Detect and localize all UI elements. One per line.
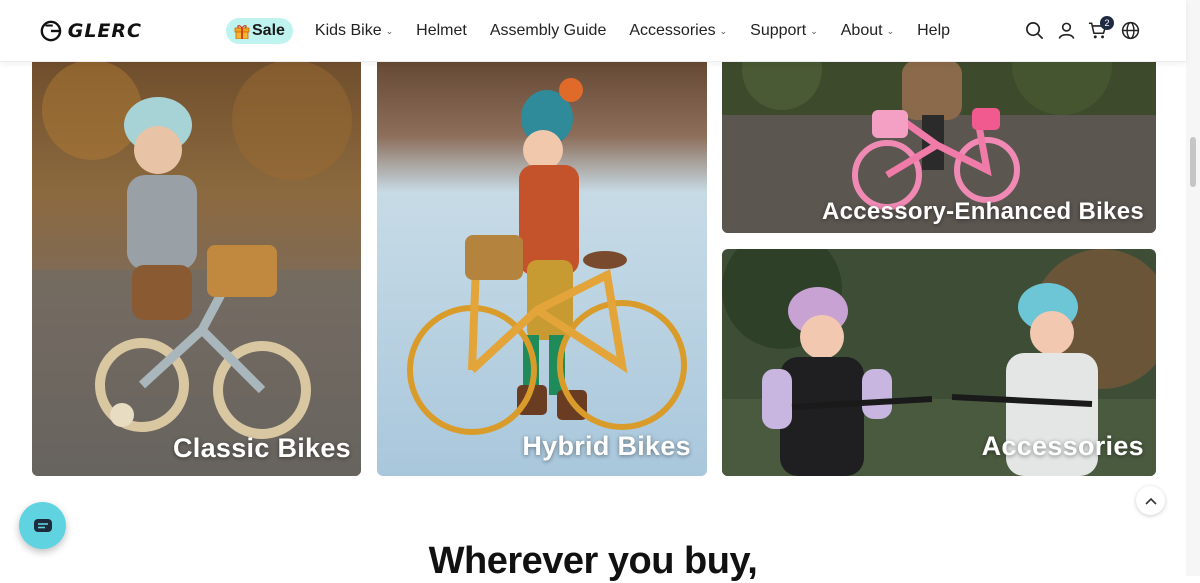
brand-logo[interactable]: GLERC: [40, 19, 142, 43]
cart-count-badge: 2: [1100, 16, 1114, 30]
nav-item-kids-bike[interactable]: Kids Bike ⌄: [315, 22, 393, 40]
category-label: Classic Bikes: [172, 433, 351, 463]
main-nav: Sale Kids Bike ⌄ Helmet Assembly Guide A…: [226, 17, 973, 45]
nav-item-label: Accessories: [629, 22, 716, 39]
header-actions: 2: [1024, 16, 1140, 40]
chat-bubble-icon: [33, 518, 52, 532]
category-label: Accessories: [981, 431, 1144, 461]
scrollbar-thumb[interactable]: [1190, 137, 1196, 187]
chevron-up-icon: [1144, 497, 1157, 505]
nav-sale-label: Sale: [252, 22, 285, 39]
page-scrollbar[interactable]: [1186, 0, 1200, 576]
nav-item-accessories[interactable]: Accessories ⌄: [629, 22, 727, 40]
nav-item-support[interactable]: Support ⌄: [750, 22, 818, 40]
site-header: GLERC Sale Kids Bike ⌄ Helmet Assembly G…: [0, 0, 1186, 62]
nav-item-assembly-guide[interactable]: Assembly Guide: [490, 22, 607, 40]
hybrid-bike-snow-image: [377, 40, 707, 476]
nav-item-label: Help: [917, 22, 951, 39]
category-label: Accessory-Enhanced Bikes: [821, 198, 1144, 225]
chevron-down-icon: ⌄: [810, 25, 818, 36]
chevron-down-icon: ⌄: [886, 25, 895, 36]
account-button[interactable]: [1056, 20, 1076, 40]
nav-item-helmet[interactable]: Helmet: [416, 22, 467, 40]
nav-item-help[interactable]: Help: [917, 22, 950, 40]
logo-mark-icon: [40, 20, 62, 42]
category-card-hybrid-bikes[interactable]: Hybrid Bikes: [377, 40, 707, 476]
nav-item-label: Kids Bike: [314, 22, 382, 39]
cart-button[interactable]: 2: [1088, 16, 1114, 40]
search-button[interactable]: [1024, 20, 1044, 40]
toddler-balance-bike-image: [32, 40, 361, 476]
scroll-to-top-button[interactable]: [1136, 486, 1165, 515]
nav-item-sale[interactable]: Sale: [226, 18, 293, 44]
nav-item-about[interactable]: About ⌄: [841, 22, 894, 40]
gift-icon: [234, 23, 250, 40]
category-card-accessories[interactable]: Accessories: [722, 249, 1156, 476]
chevron-down-icon: ⌄: [385, 25, 394, 36]
nav-item-label: Helmet: [416, 22, 467, 39]
nav-item-label: Support: [750, 22, 807, 39]
language-button[interactable]: [1120, 20, 1140, 40]
chevron-down-icon: ⌄: [719, 25, 728, 36]
nav-item-label: Assembly Guide: [489, 22, 607, 39]
nav-item-label: About: [840, 22, 883, 39]
category-card-accessory-enhanced-bikes[interactable]: Accessory-Enhanced Bikes: [722, 40, 1156, 233]
brand-name: GLERC: [67, 20, 142, 42]
category-card-classic-bikes[interactable]: Classic Bikes: [32, 40, 361, 476]
user-icon: [1058, 22, 1074, 39]
section-headline: Wherever you buy,: [428, 540, 758, 582]
search-icon: [1025, 21, 1043, 39]
category-label: Hybrid Bikes: [522, 431, 691, 461]
globe-icon: [1121, 21, 1139, 39]
